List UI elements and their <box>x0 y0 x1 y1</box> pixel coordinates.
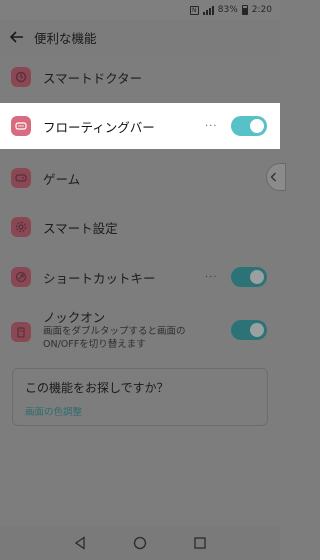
suggestion-card: この機能をお探しですか？ 画面の色調整 <box>12 368 268 426</box>
list-item-game[interactable]: ゲーム <box>0 155 280 201</box>
more-options-icon[interactable]: ··· <box>205 272 218 283</box>
list-item-smart-settings[interactable]: スマート設定 <box>0 204 280 250</box>
knock-on-description: 画面をダブルタップすると画面のON/OFFを切り替えます <box>43 326 186 350</box>
list-item-label: ゲーム <box>43 171 81 187</box>
back-icon[interactable] <box>73 536 87 550</box>
settings-icon <box>11 217 31 237</box>
navigation-bar <box>0 526 280 560</box>
list-item-label: ショートカットキー <box>43 270 156 286</box>
battery-percent: 83% <box>217 5 238 15</box>
list-item-label: ノックオン <box>43 310 106 325</box>
suggestion-title: この機能をお探しですか？ <box>25 381 169 395</box>
doctor-icon <box>11 67 31 87</box>
recents-icon[interactable] <box>193 536 207 550</box>
nfc-icon: N <box>189 5 199 15</box>
list-item-label: フローティングバー <box>43 119 155 135</box>
battery-icon <box>241 5 248 15</box>
list-item-label: スマートドクター <box>43 70 143 86</box>
shortcut-key-toggle[interactable] <box>231 267 267 287</box>
list-item-shortcut-key[interactable]: ショートカットキー ··· <box>0 254 280 300</box>
knock-on-icon <box>11 322 31 342</box>
list-item-floating-bar[interactable]: フローティングバー ··· <box>0 103 280 149</box>
list-item-label: スマート設定 <box>43 220 118 236</box>
list-item-smart-doctor[interactable]: スマートドクター <box>0 54 280 100</box>
clock: 2:20 <box>251 5 272 15</box>
status-bar: N 83% 2:20 <box>0 0 280 20</box>
page-title: 便利な機能 <box>34 30 97 46</box>
app-bar: 便利な機能 <box>0 20 280 54</box>
suggestion-link[interactable]: 画面の色調整 <box>25 404 82 418</box>
more-options-icon[interactable]: ··· <box>205 121 218 132</box>
floating-bar-toggle[interactable] <box>231 116 267 136</box>
floating-bar-icon <box>11 116 31 136</box>
signal-icon <box>202 5 214 15</box>
knock-on-toggle[interactable] <box>231 320 267 340</box>
shortcut-icon <box>11 267 31 287</box>
back-button[interactable] <box>0 20 34 54</box>
game-icon <box>11 168 31 188</box>
arrow-left-icon <box>10 31 23 43</box>
home-icon[interactable] <box>133 536 147 550</box>
